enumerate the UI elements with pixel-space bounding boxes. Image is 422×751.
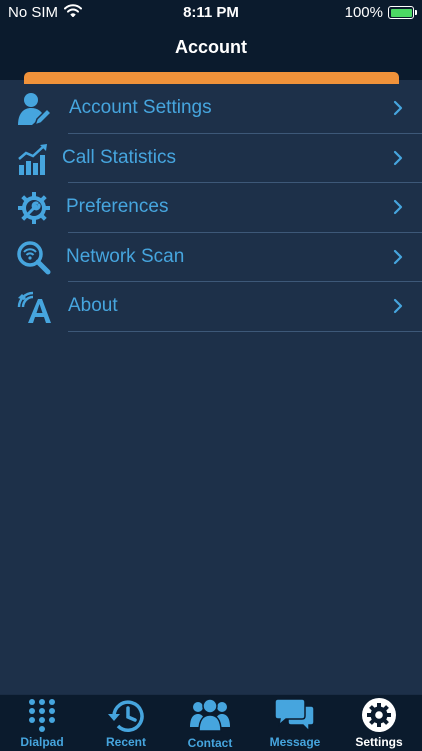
chevron-right-icon: [392, 199, 404, 215]
battery-icon: [388, 6, 417, 19]
dialpad-icon: [21, 697, 63, 735]
chevron-right-icon: [392, 249, 404, 265]
page-title: Account: [175, 37, 247, 57]
menu-item-about[interactable]: About: [0, 282, 422, 332]
tab-label-dialpad: Dialpad: [20, 735, 64, 749]
chevron-right-icon: [392, 100, 404, 116]
wifi-search-icon: [16, 240, 52, 276]
status-right: 100%: [344, 4, 417, 21]
tab-label-contact: Contact: [187, 736, 233, 750]
menu-item-network-scan[interactable]: Network Scan: [0, 233, 422, 282]
menu-item-preferences[interactable]: Preferences: [0, 183, 422, 233]
settings-gear-icon: [358, 697, 400, 735]
tab-settings[interactable]: Settings: [337, 695, 421, 751]
menu-label-about: About: [68, 295, 118, 316]
history-clock-icon: [105, 697, 147, 735]
tab-dialpad[interactable]: Dialpad: [0, 695, 84, 751]
chevron-right-icon: [392, 150, 404, 166]
menu-item-call-statistics[interactable]: Call Statistics: [0, 134, 422, 183]
row-divider: [68, 330, 422, 332]
status-bar: No SIM 8:11 PM 100%: [0, 0, 422, 26]
tab-label-recent: Recent: [105, 735, 146, 749]
message-bubbles-icon: [274, 697, 316, 735]
gear-wrench-icon: [16, 190, 52, 226]
settings-menu: Account Settings Call Statistics Prefere…: [0, 84, 422, 332]
about-a-icon: [16, 289, 52, 325]
tab-label-message: Message: [269, 735, 321, 749]
user-edit-icon: [16, 91, 52, 127]
contacts-group-icon: [189, 697, 231, 735]
tab-label-settings: Settings: [355, 735, 403, 749]
menu-label-call-statistics: Call Statistics: [62, 146, 177, 168]
tab-contact[interactable]: Contact: [168, 695, 252, 751]
statistics-chart-icon: [16, 141, 52, 177]
battery-percent: 100%: [344, 4, 383, 21]
accent-strip: [24, 72, 399, 84]
menu-label-preferences: Preferences: [66, 196, 169, 217]
tab-message[interactable]: Message: [253, 695, 337, 751]
menu-label-network-scan: Network Scan: [66, 245, 185, 267]
menu-label-account-settings: Account Settings: [69, 97, 212, 118]
menu-item-account-settings[interactable]: Account Settings: [0, 84, 422, 134]
chevron-right-icon: [392, 298, 404, 314]
tab-bar: Dialpad Recent Contact Message Settings: [0, 694, 422, 751]
tab-recent[interactable]: Recent: [84, 695, 168, 751]
